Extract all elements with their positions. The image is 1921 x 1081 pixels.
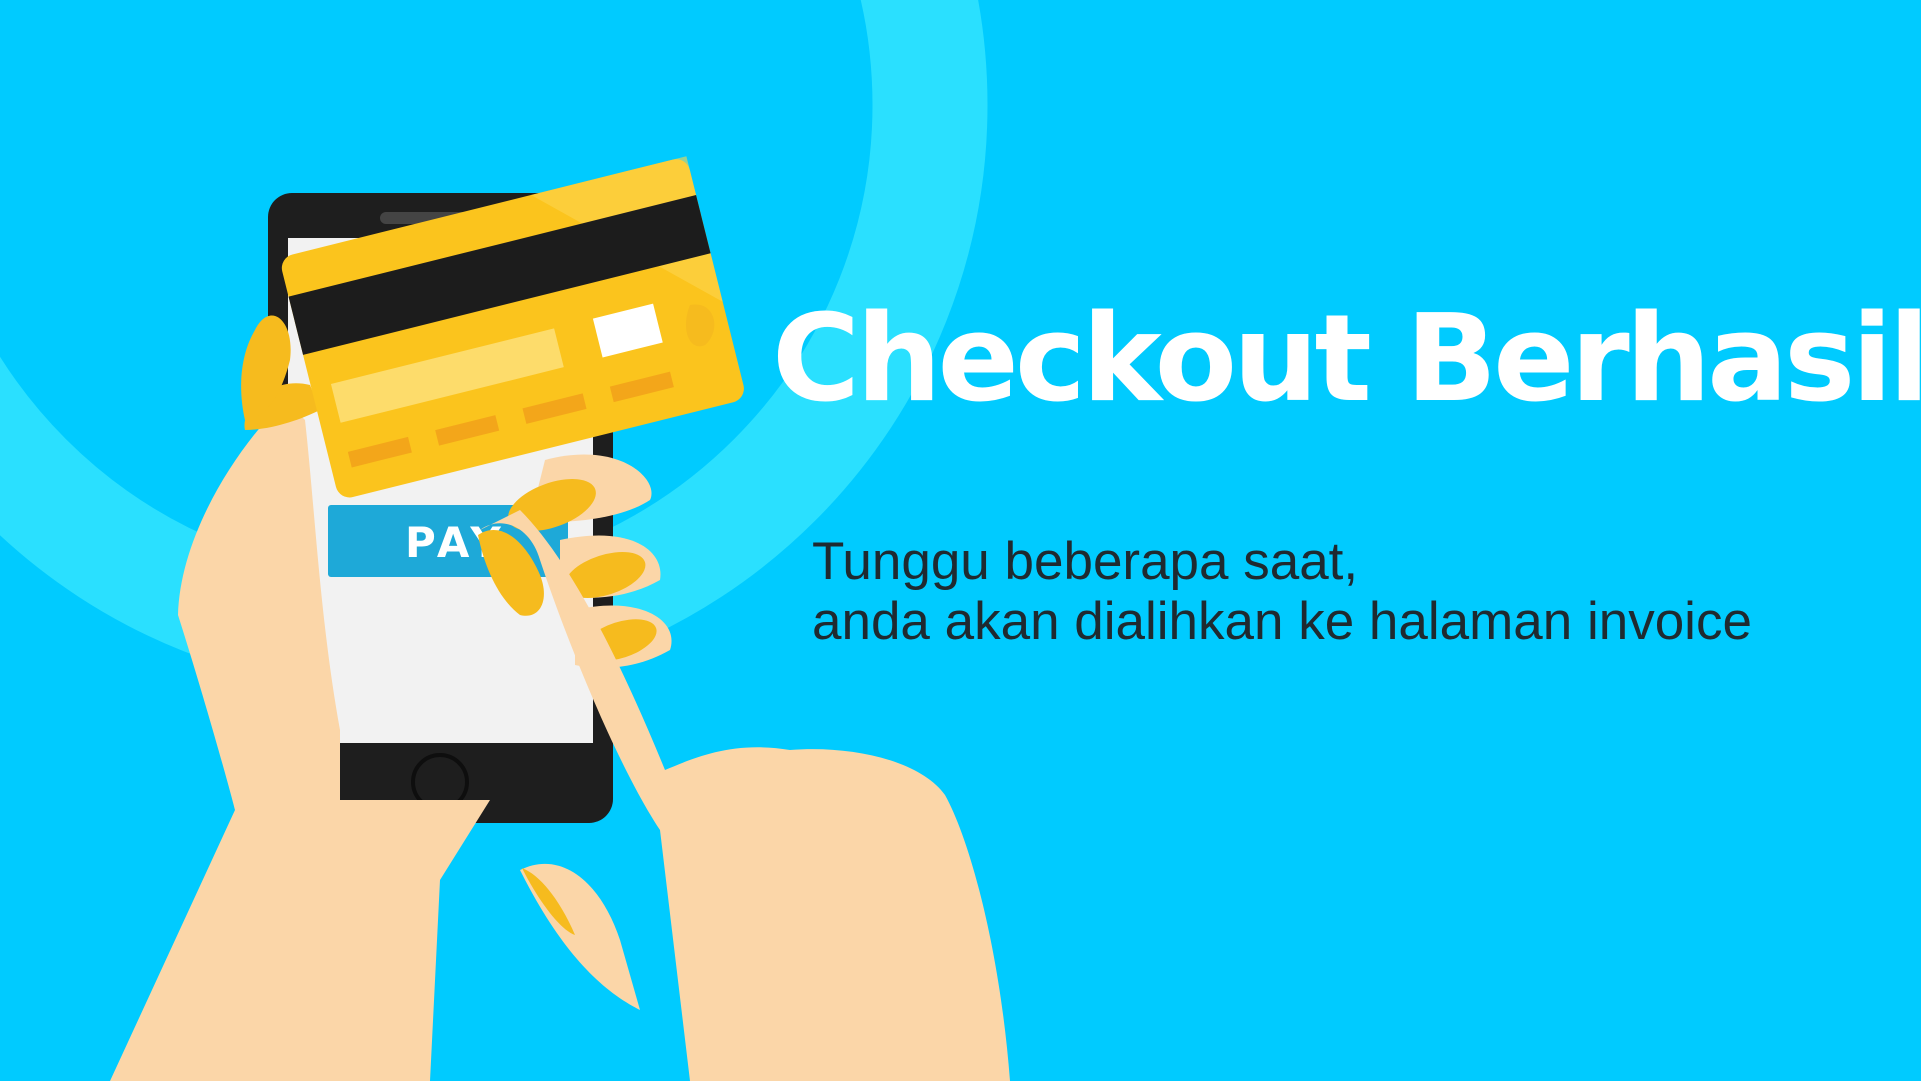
- checkout-success-page: PAY Checkout Berhasil Tunggu beberapa sa…: [0, 0, 1921, 1081]
- page-title: Checkout Berhasil: [772, 290, 1921, 429]
- redirect-message: Tunggu beberapa saat, anda akan dialihka…: [812, 532, 1752, 652]
- redirect-message-line-2: anda akan dialihkan ke halaman invoice: [812, 592, 1752, 651]
- redirect-message-line-1: Tunggu beberapa saat,: [812, 532, 1359, 591]
